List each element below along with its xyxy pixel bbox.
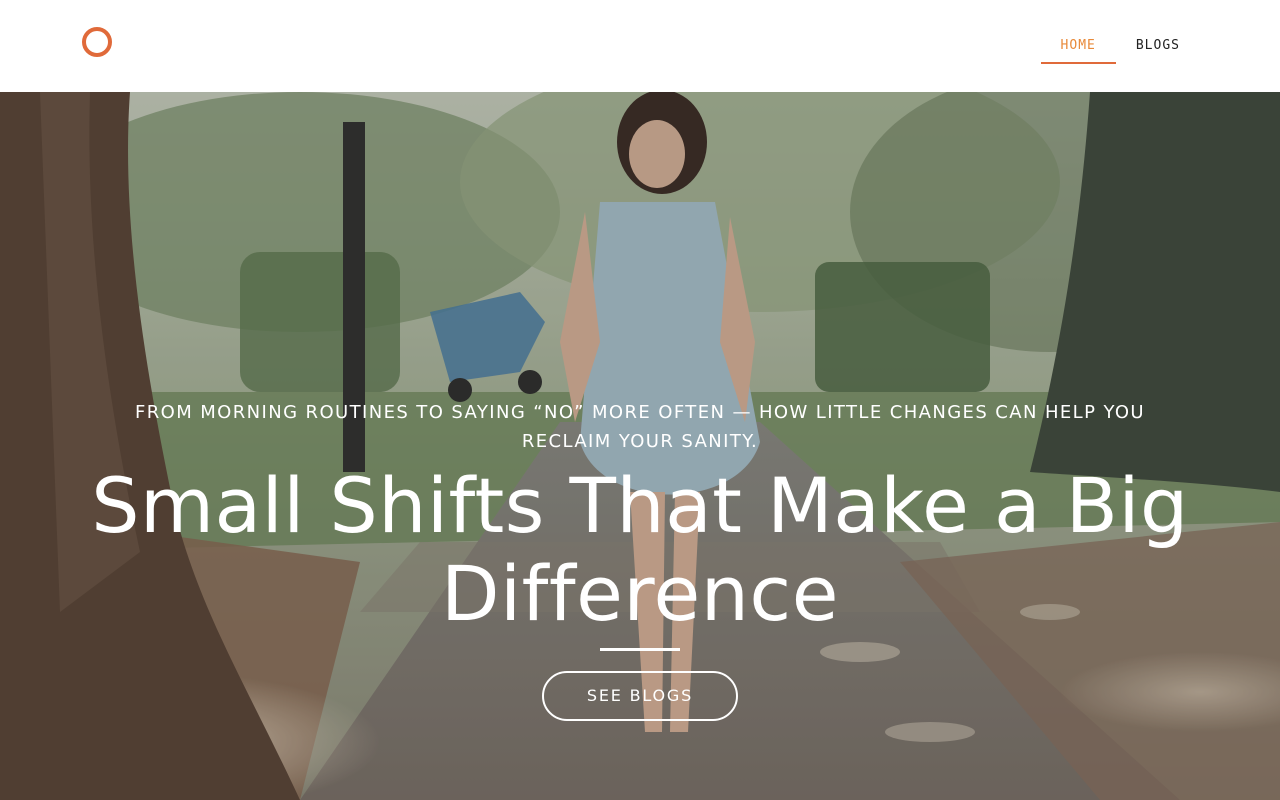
hero-divider bbox=[600, 648, 680, 651]
main-nav: HOME BLOGS bbox=[1040, 28, 1200, 64]
hero-kicker: FROM MORNING ROUTINES TO SAYING “NO” MOR… bbox=[134, 402, 1146, 452]
see-blogs-button[interactable]: SEE BLOGS bbox=[542, 671, 738, 721]
nav-blogs-link[interactable]: BLOGS bbox=[1116, 28, 1200, 64]
hero-content: FROM MORNING ROUTINES TO SAYING “NO” MOR… bbox=[60, 398, 1220, 721]
ring-logo-icon[interactable] bbox=[82, 27, 112, 57]
hero-banner: FROM MORNING ROUTINES TO SAYING “NO” MOR… bbox=[0, 92, 1280, 800]
site-header: HOME BLOGS bbox=[0, 0, 1280, 92]
nav-home-link[interactable]: HOME bbox=[1040, 28, 1116, 64]
hero-title: Small Shifts That Make a Big Difference bbox=[91, 461, 1189, 638]
